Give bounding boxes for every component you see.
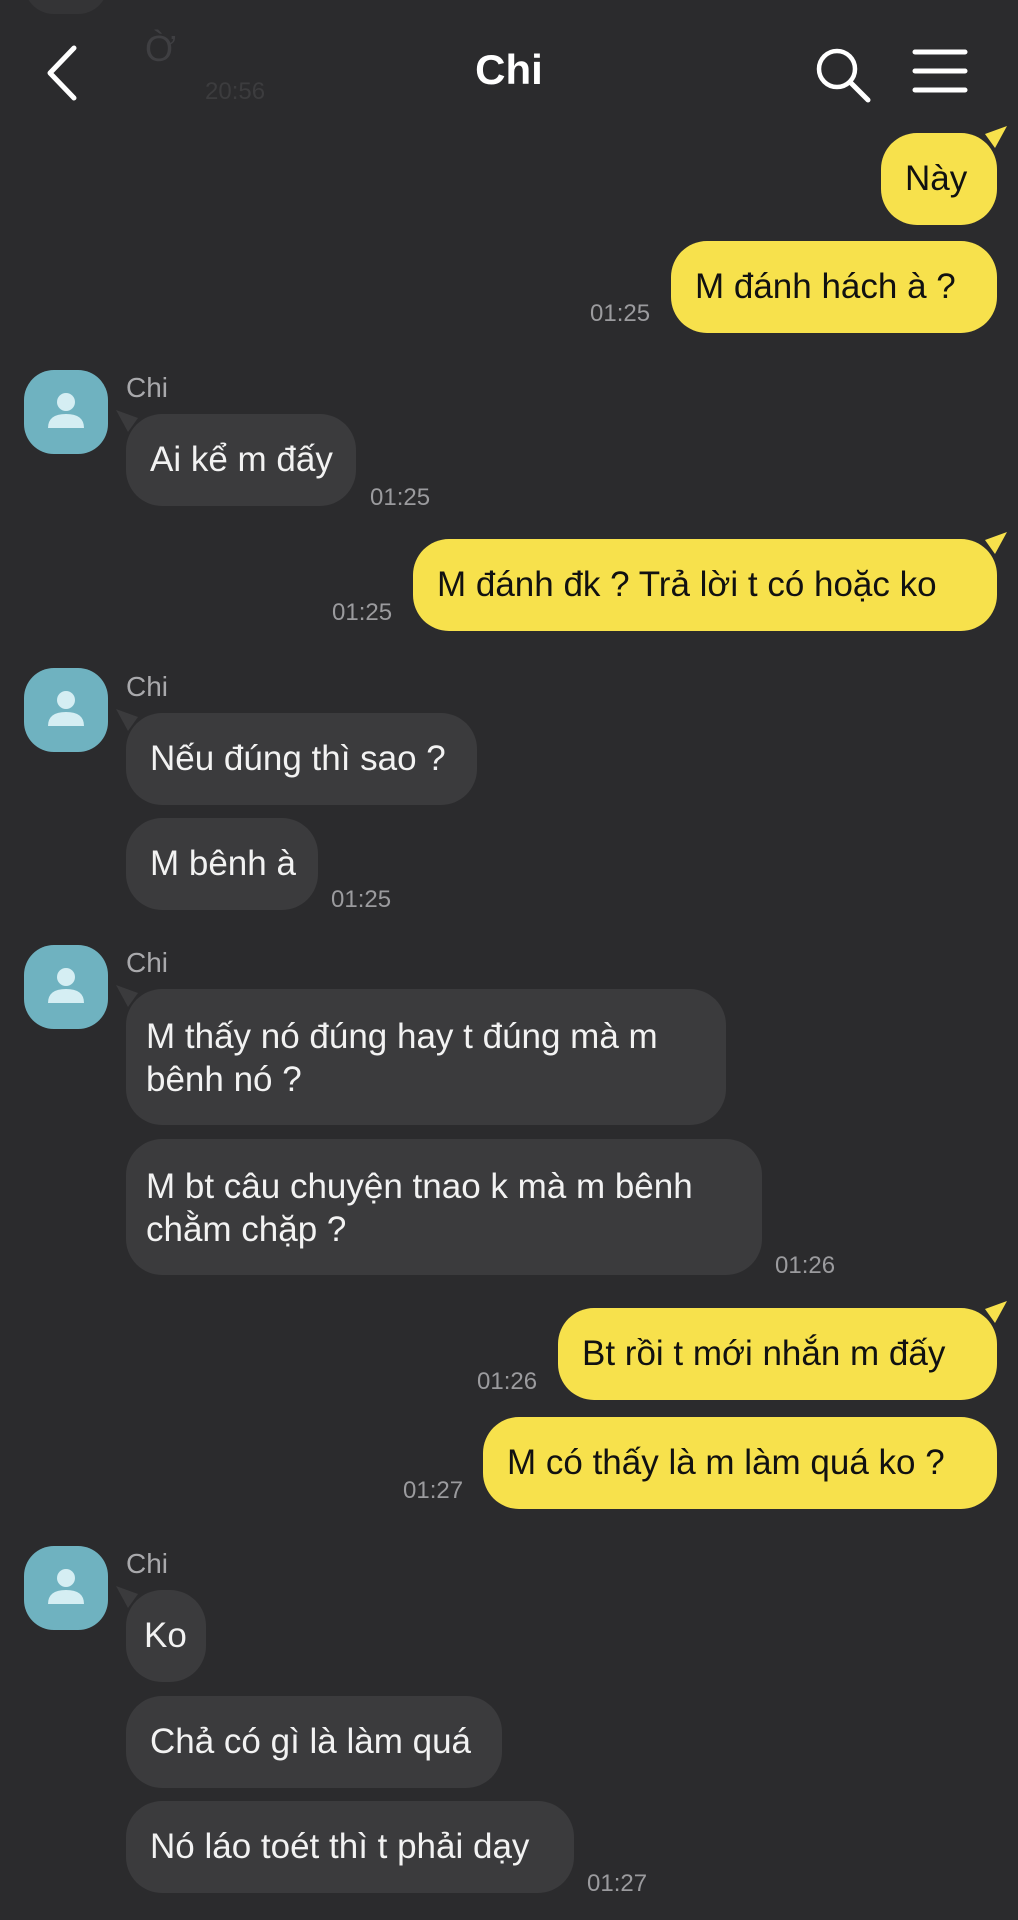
outgoing-message[interactable]: Bt rồi t mới nhắn m đấy bbox=[558, 1308, 997, 1400]
sender-name: Chi bbox=[126, 372, 169, 403]
message-text-line: bênh nó ? bbox=[146, 1060, 302, 1099]
message-text: Này bbox=[905, 159, 968, 198]
message-time: 01:27 bbox=[587, 1870, 648, 1897]
message-text: M có thấy là m làm quá ko ? bbox=[507, 1443, 945, 1482]
hamburger-menu-icon bbox=[912, 49, 968, 93]
contact-avatar[interactable] bbox=[24, 370, 108, 454]
incoming-message[interactable]: Ko bbox=[126, 1590, 206, 1682]
message-time: 01:26 bbox=[477, 1368, 538, 1395]
message-time: 01:27 bbox=[403, 1477, 464, 1504]
bubble-tail bbox=[985, 1301, 1007, 1323]
sender-name: Chi bbox=[126, 947, 169, 978]
person-icon bbox=[48, 968, 84, 1003]
sender-name: Chi bbox=[126, 1548, 169, 1579]
contact-avatar[interactable] bbox=[24, 668, 108, 752]
person-icon bbox=[48, 1569, 84, 1604]
bubble-tail bbox=[985, 126, 1007, 148]
person-icon bbox=[48, 691, 84, 726]
incoming-message[interactable]: Nó láo toét thì t phải dạy bbox=[126, 1801, 574, 1893]
sender-name: Chi bbox=[126, 671, 169, 702]
message-text: Nó láo toét thì t phải dạy bbox=[150, 1827, 530, 1866]
outgoing-message[interactable]: M đánh đk ? Trả lời t có hoặc ko bbox=[413, 539, 997, 631]
person-icon bbox=[48, 393, 84, 428]
incoming-message[interactable]: M bt câu chuyện tnao k mà m bênh chằm ch… bbox=[126, 1139, 762, 1275]
message-time: 01:25 bbox=[590, 300, 651, 327]
message-text: M đánh đk ? Trả lời t có hoặc ko bbox=[437, 565, 937, 604]
search-icon bbox=[816, 48, 871, 103]
message-text: Ai kể m đấy bbox=[150, 440, 333, 479]
message-text-line: M thấy nó đúng hay t đúng mà m bbox=[146, 1017, 658, 1056]
message-text-line: M bt câu chuyện tnao k mà m bênh bbox=[146, 1167, 693, 1206]
scrolled-avatar bbox=[24, 0, 108, 14]
message-text: Ko bbox=[144, 1616, 187, 1655]
message-time: 01:25 bbox=[370, 484, 431, 511]
message-text: M đánh hách à ? bbox=[695, 267, 956, 306]
outgoing-message[interactable]: Này bbox=[881, 133, 997, 225]
message-text: Bt rồi t mới nhắn m đấy bbox=[582, 1334, 946, 1373]
search-button[interactable] bbox=[812, 44, 874, 106]
menu-button[interactable] bbox=[912, 48, 968, 94]
message-text: Nếu đúng thì sao ? bbox=[150, 739, 446, 778]
bubble-tail bbox=[985, 532, 1007, 554]
outgoing-message[interactable]: M đánh hách à ? bbox=[671, 241, 997, 333]
incoming-message[interactable]: Chả có gì là làm quá bbox=[126, 1696, 502, 1788]
message-time: 01:25 bbox=[332, 599, 393, 626]
incoming-message[interactable]: Ai kể m đấy bbox=[126, 414, 356, 506]
message-text-line: chằm chặp ? bbox=[146, 1210, 347, 1249]
incoming-message[interactable]: M bênh à bbox=[126, 818, 318, 910]
contact-avatar[interactable] bbox=[24, 945, 108, 1029]
outgoing-message[interactable]: M có thấy là m làm quá ko ? bbox=[483, 1417, 997, 1509]
message-time: 01:26 bbox=[775, 1252, 836, 1279]
message-text: Chả có gì là làm quá bbox=[150, 1722, 472, 1761]
message-text: M bênh à bbox=[150, 844, 296, 883]
contact-avatar[interactable] bbox=[24, 1546, 108, 1630]
incoming-message[interactable]: M thấy nó đúng hay t đúng mà m bênh nó ? bbox=[126, 989, 726, 1125]
chat-header: Ờ 20:56 Chi bbox=[0, 0, 1018, 140]
incoming-message[interactable]: Nếu đúng thì sao ? bbox=[126, 713, 477, 805]
message-time: 01:25 bbox=[331, 886, 392, 913]
